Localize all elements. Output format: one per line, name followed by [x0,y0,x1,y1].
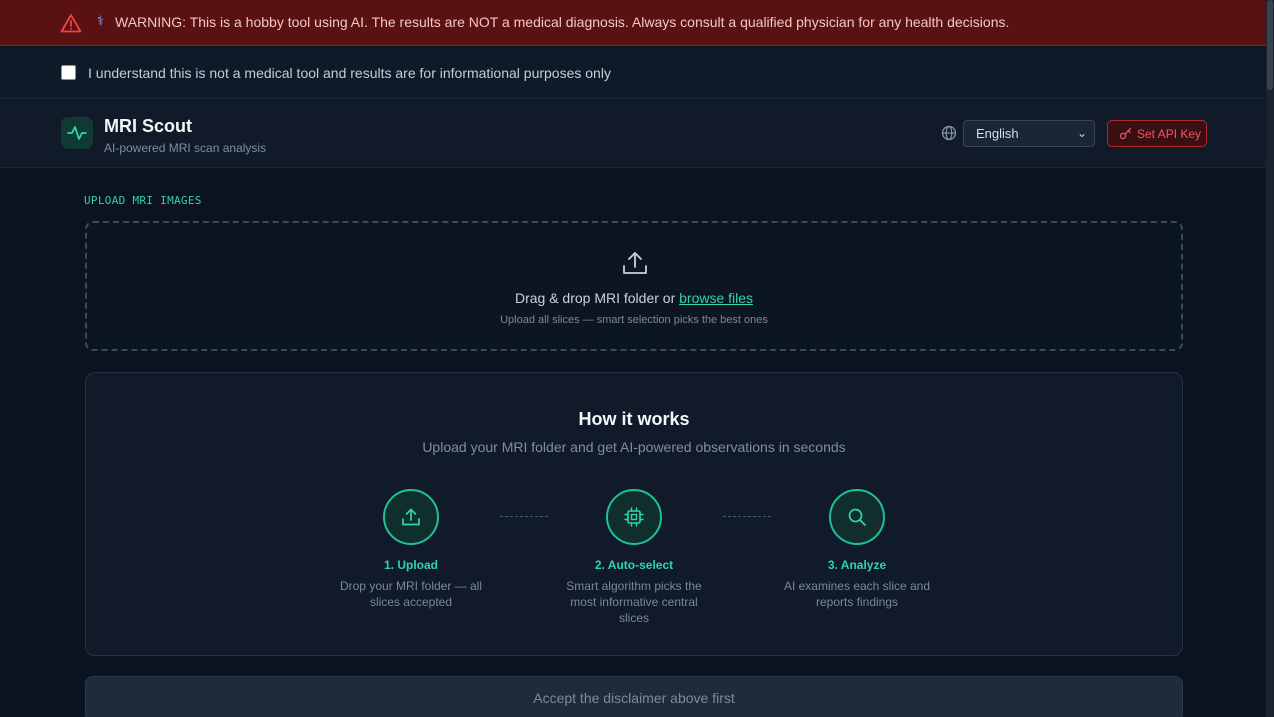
disclaimer-row: I understand this is not a medical tool … [0,47,1266,99]
caduceus-icon: ⚕ [97,13,105,28]
set-api-key-label: Set API Key [1137,127,1202,141]
drop-instructions: Drag & drop MRI folder or browse files [87,290,1181,306]
step-description: Smart algorithm picks the most informati… [566,579,702,625]
upload-icon [623,252,647,274]
warning-banner: ⚕ WARNING: This is a hobby tool using AI… [0,0,1266,46]
step-title: 3. Analyze [827,558,887,572]
app-subtitle: AI-powered MRI scan analysis [104,141,267,155]
browse-files-link[interactable]: browse files [679,290,753,306]
how-it-works-card: How it works Upload your MRI folder and … [85,372,1183,656]
drop-hint: Upload all slices — smart selection pick… [500,314,768,326]
set-api-key-button[interactable]: Set API Key [1107,120,1207,147]
pulse-icon [67,126,87,140]
step-icon-circle [383,489,439,545]
how-it-works-title: How it works [578,409,690,429]
language-select[interactable]: English ⌄ [963,120,1095,147]
warning-triangle-icon [60,14,82,33]
upload-dropzone[interactable]: Drag & drop MRI folder or browse files U… [85,221,1183,351]
step-icon-circle [829,489,885,545]
scrollbar-thumb[interactable] [1267,0,1273,90]
step-title: 1. Upload [383,558,438,572]
app-page: ⚕ WARNING: This is a hobby tool using AI… [0,0,1274,717]
disclaimer-label[interactable]: I understand this is not a medical tool … [88,65,611,81]
step-description: Drop your MRI folder — all slices accept… [339,579,483,609]
page-scrollbar[interactable] [1266,0,1274,717]
step-title: 2. Auto-select [594,558,674,572]
analyze-button[interactable]: Accept the disclaimer above first [85,676,1183,717]
chevron-down-icon: ⌄ [1076,126,1087,140]
upload-icon [402,508,420,526]
drop-text: Drag & drop MRI folder or [514,290,680,306]
how-it-works-subtitle: Upload your MRI folder and get AI-powere… [422,439,846,455]
globe-icon [941,125,957,141]
chip-icon [624,507,644,527]
disclaimer-checkbox[interactable] [61,65,76,80]
key-icon [1119,127,1132,140]
language-value: English [976,126,1019,141]
upload-section-label: UPLOAD MRI IMAGES [84,194,202,207]
app-header: MRI Scout AI-powered MRI scan analysis E… [0,100,1266,168]
step-icon-circle [606,489,662,545]
app-title: MRI Scout [104,116,192,136]
step-description: AI examines each slice and reports findi… [783,579,931,609]
app-logo [61,117,93,149]
step-connector [500,516,548,517]
warning-text: WARNING: This is a hobby tool using AI. … [115,14,1010,30]
search-icon [848,508,866,526]
step-connector [723,516,771,517]
